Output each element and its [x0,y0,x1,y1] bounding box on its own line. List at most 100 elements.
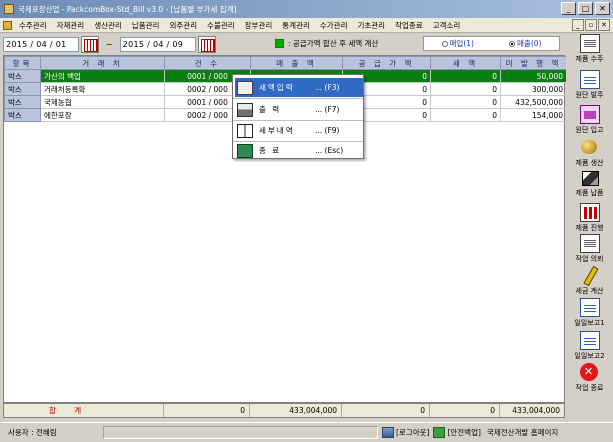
context-item-shortcut: ... (F9) [315,126,340,135]
context-menu: 세액입력 ... (F3) 출 력 ... (F7) 세부내역 ... (F9)… [232,74,364,159]
menu-material[interactable]: 자재관리 [52,20,90,31]
exit-icon [579,363,600,382]
menu-price[interactable]: 수가관리 [315,20,353,31]
radio-sell-dot-icon [509,40,516,47]
clipboard-icon [237,80,253,95]
purchase-doc-icon [579,70,600,89]
menu-order[interactable]: 수주관리 [14,20,52,31]
date-to-field[interactable]: 2015 / 04 / 09 [119,36,196,52]
context-item-tax-input[interactable]: 세액입력 ... (F3) [235,78,363,97]
sidebar-label: 원단 입고 [575,126,604,134]
cell-unissued[interactable]: 300,000 [500,82,567,96]
production-icon [580,138,600,157]
sidebar-receive-button[interactable]: 원단 입고 [566,105,613,141]
cell-kind: 박스 [4,108,41,122]
menu-bar: 수주관리 자재관리 생산관리 납품관리 외주관리 수불관리 장부관리 통계관리 … [0,18,613,33]
cell-tax[interactable]: 0 [430,82,501,96]
network-icon [382,427,394,438]
context-item-details[interactable]: 세부내역 ... (F9) [235,121,363,140]
mdi-minimize-button[interactable]: _ [572,19,584,31]
calendar-from-icon[interactable] [81,35,99,53]
sidebar-daily-report2-button[interactable]: 일일보고2 [566,331,613,367]
mdi-child-icon[interactable] [3,20,12,30]
cell-tax[interactable]: 0 [430,108,501,122]
col-tax[interactable]: 세 액 [430,56,501,70]
cell-tax[interactable]: 0 [430,95,501,109]
status-bar: 사용자 : 전혜림 [로그아웃] [안전백업] 국제전산개발 홈페이지 [0,422,613,442]
col-unissued[interactable]: 미 발 행 액 [500,56,567,70]
mdi-restore-button[interactable]: ▫ [585,19,597,31]
sidebar-tax-button[interactable]: 세금 계산 [566,266,613,302]
totals-sales: 433,004,000 [250,404,342,417]
cell-client[interactable]: 거래처등록확 [40,82,165,96]
minimize-button[interactable]: _ [561,2,576,15]
backup-button[interactable]: [안전백업] [433,427,481,438]
menu-exit[interactable]: 작업종료 [390,20,428,31]
col-supply[interactable]: 공 급 가 액 [342,56,431,70]
legend-text: : 공급가액 합산 후 세액 계산 [288,39,379,48]
sidebar-delivery-button[interactable]: 제품 납품 [566,168,613,204]
menu-outsourcing[interactable]: 외주관리 [164,20,202,31]
sidebar-request-button[interactable]: 작업 의뢰 [566,234,613,270]
sidebar-label: 작업 의뢰 [575,255,604,263]
sidebar-exit-button[interactable]: 작업 종료 [566,363,613,399]
radio-buy-label: 매입(1) [449,39,474,48]
exit-door-icon [237,143,253,158]
sidebar-label: 제품 수주 [575,55,604,63]
menu-ledger[interactable]: 장부관리 [240,20,278,31]
sidebar-label: 원단 발주 [575,91,604,99]
totals-supply: 0 [342,404,430,417]
context-item-shortcut: ... (F7) [315,105,340,114]
context-item-label: 세액입력 [259,83,295,92]
context-item-print[interactable]: 출 력 ... (F7) [235,100,363,119]
tax-pencil-icon [580,266,600,285]
menu-production[interactable]: 생산관리 [89,20,127,31]
menu-inventory[interactable]: 수불관리 [202,20,240,31]
current-user: 사용자 : 전혜림 [8,428,57,437]
menu-statistics[interactable]: 통계관리 [277,20,315,31]
sidebar-label: 일일보고2 [574,352,605,360]
radio-sell[interactable]: 매출(0) [509,38,541,49]
menu-basic[interactable]: 기초관리 [352,20,390,31]
date-from-field[interactable]: 2015 / 04 / 01 [3,36,79,52]
cell-unissued[interactable]: 50,000 [500,69,567,83]
totals-row: 합 계 0 433,004,000 0 0 433,004,000 [3,403,565,418]
cell-tax[interactable]: 0 [430,69,501,83]
context-item-shortcut: ... (F3) [315,83,340,92]
radio-buy-dot-icon [441,40,448,47]
company-homepage-link[interactable]: 국제전산개발 홈페이지 [487,427,558,438]
sidebar-order-button[interactable]: 제품 수주 [566,34,613,70]
book-icon [237,123,253,138]
receive-icon [579,105,600,124]
logout-button[interactable]: [로그아웃] [382,427,429,438]
sidebar-label: 작업 종료 [575,384,604,392]
date-range-separator: ~ [106,39,113,49]
menu-delivery[interactable]: 납품관리 [127,20,165,31]
col-client[interactable]: 거 래 처 [40,56,165,70]
calendar-to-icon[interactable] [197,35,216,53]
radio-buy[interactable]: 매입(1) [441,38,474,49]
close-button[interactable]: ✕ [595,2,610,15]
context-item-label: 출 력 [259,105,282,114]
cell-kind: 박스 [4,95,41,109]
cell-client[interactable]: 국제농협 [40,95,165,109]
col-count[interactable]: 건 수 [164,56,251,70]
cell-unissued[interactable]: 432,500,000 [500,95,567,109]
cell-unissued[interactable]: 154,000 [500,108,567,122]
totals-unissued: 433,004,000 [512,406,560,415]
mdi-close-button[interactable]: ✕ [598,19,610,31]
backup-icon [433,427,446,438]
maximize-button[interactable]: □ [578,2,593,15]
menu-customer-voice[interactable]: 고객소리 [428,20,466,31]
cell-kind: 박스 [4,82,41,96]
sidebar-daily-report1-button[interactable]: 일일보고1 [566,298,613,334]
context-item-label: 세부내역 [259,126,295,135]
sidebar-purchase-button[interactable]: 원단 발주 [566,70,613,106]
col-sales[interactable]: 매 출 액 [250,56,343,70]
sidebar-label: 제품 진행 [575,224,604,232]
sidebar-label: 제품 생산 [575,159,604,167]
col-kind[interactable]: 항목 [4,56,41,70]
cell-client[interactable]: 에한포장 [40,108,165,122]
cell-client[interactable]: 가산의 백업 [40,69,165,83]
context-item-exit[interactable]: 종 료 ... (Esc) [235,141,363,160]
